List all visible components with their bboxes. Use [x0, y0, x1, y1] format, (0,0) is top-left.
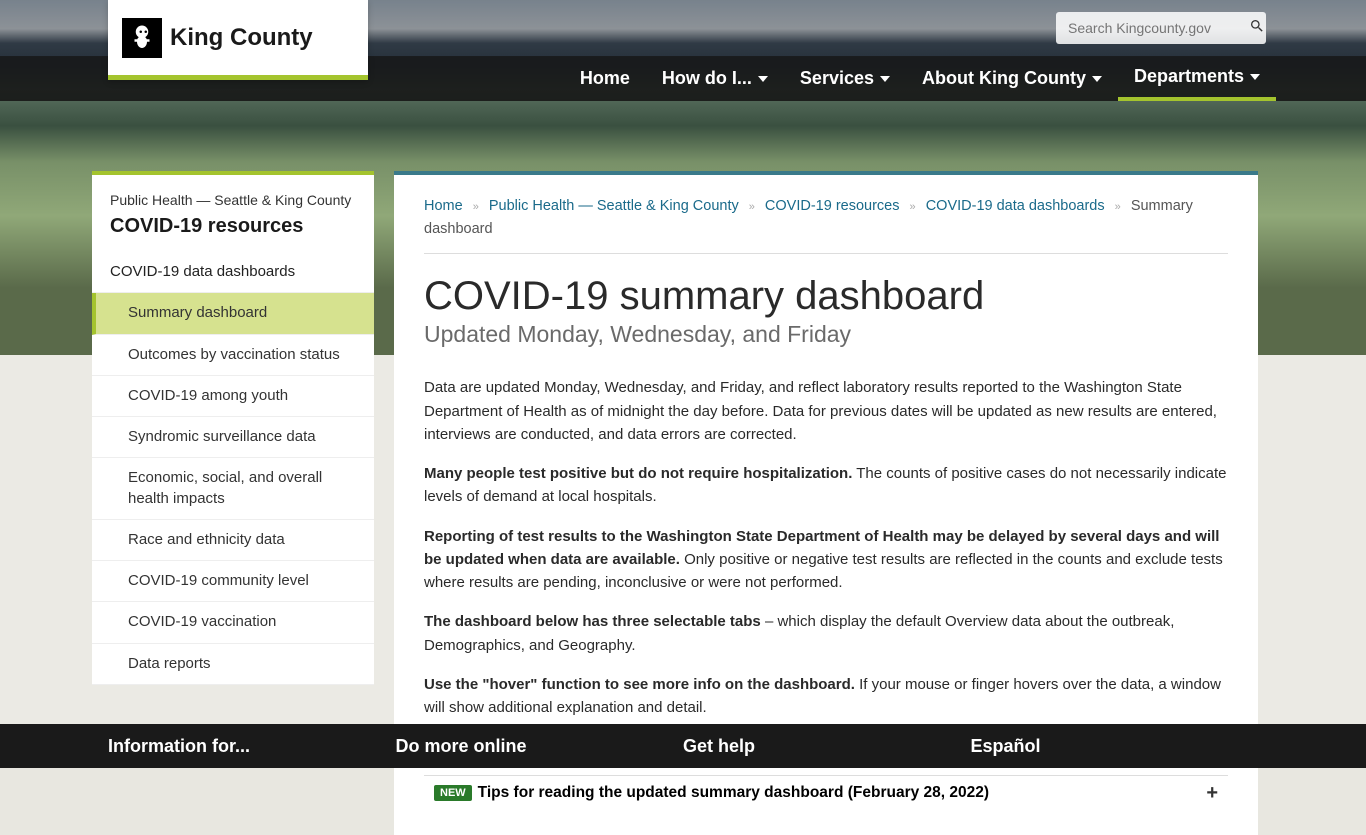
paragraph: Many people test positive but do not req… [424, 462, 1228, 509]
breadcrumb-link[interactable]: Home [424, 198, 463, 214]
chevron-down-icon [1250, 74, 1260, 80]
footer-col-espanol[interactable]: Español [971, 724, 1259, 768]
chevron-right-icon: » [749, 199, 755, 217]
paragraph: The dashboard below has three selectable… [424, 610, 1228, 657]
nav-departments[interactable]: Departments [1118, 56, 1276, 101]
sidebar-item-race[interactable]: Race and ethnicity data [92, 520, 374, 561]
accordion-tips[interactable]: NEW Tips for reading the updated summary… [424, 775, 1228, 805]
sidebar-item-economic[interactable]: Economic, social, and overall health imp… [92, 458, 374, 520]
plus-icon: + [1206, 782, 1218, 805]
paragraph: Reporting of test results to the Washing… [424, 525, 1228, 595]
search-icon[interactable] [1249, 18, 1265, 39]
footer-col-get-help[interactable]: Get help [683, 724, 971, 768]
paragraph: Use the "hover" function to see more inf… [424, 673, 1228, 720]
footer-col-information[interactable]: Information for... [108, 724, 396, 768]
logo-text: King County [170, 24, 313, 52]
body-text: Data are updated Monday, Wednesday, and … [424, 376, 1228, 758]
logo-icon [122, 18, 162, 58]
page-subtitle: Updated Monday, Wednesday, and Friday [424, 321, 1228, 348]
nav-about[interactable]: About King County [906, 56, 1118, 101]
divider [424, 253, 1228, 254]
sidebar-item-vaccination[interactable]: COVID-19 vaccination [92, 602, 374, 643]
sidebar-section-dashboards[interactable]: COVID-19 data dashboards [92, 252, 374, 293]
sidebar-item-summary[interactable]: Summary dashboard [92, 293, 374, 334]
accordion-label: Tips for reading the updated summary das… [478, 784, 989, 802]
footer-col-do-more[interactable]: Do more online [396, 724, 684, 768]
chevron-right-icon: » [910, 199, 916, 217]
sidebar-item-community-level[interactable]: COVID-19 community level [92, 561, 374, 602]
breadcrumb-link[interactable]: COVID-19 resources [765, 198, 900, 214]
nav-home[interactable]: Home [564, 56, 646, 101]
search-input[interactable] [1068, 20, 1249, 36]
logo-block[interactable]: King County [108, 0, 368, 80]
chevron-right-icon: » [473, 199, 479, 217]
chevron-down-icon [1092, 76, 1102, 82]
sidebar-item-youth[interactable]: COVID-19 among youth [92, 376, 374, 417]
search-box[interactable] [1056, 12, 1266, 44]
sidebar-title: COVID-19 resources [110, 215, 356, 238]
chevron-down-icon [880, 76, 890, 82]
paragraph: Data are updated Monday, Wednesday, and … [424, 376, 1228, 446]
sidebar-header: Public Health — Seattle & King County CO… [92, 171, 374, 252]
sidebar-item-data-reports[interactable]: Data reports [92, 644, 374, 685]
chevron-down-icon [758, 76, 768, 82]
sidebar-list: COVID-19 data dashboards Summary dashboa… [92, 252, 374, 685]
nav-how-do-i[interactable]: How do I... [646, 56, 784, 101]
sidebar-item-syndromic[interactable]: Syndromic surveillance data [92, 417, 374, 458]
nav-services[interactable]: Services [784, 56, 906, 101]
breadcrumb: Home » Public Health — Seattle & King Co… [424, 195, 1228, 241]
sidebar-parent-link[interactable]: Public Health — Seattle & King County [110, 191, 356, 209]
breadcrumb-link[interactable]: Public Health — Seattle & King County [489, 198, 739, 214]
chevron-right-icon: » [1115, 199, 1121, 217]
new-badge: NEW [434, 785, 472, 801]
sidebar-item-outcomes[interactable]: Outcomes by vaccination status [92, 335, 374, 376]
page-title: COVID-19 summary dashboard [424, 274, 1228, 319]
footer-bar: Information for... Do more online Get he… [0, 724, 1366, 768]
breadcrumb-link[interactable]: COVID-19 data dashboards [926, 198, 1105, 214]
